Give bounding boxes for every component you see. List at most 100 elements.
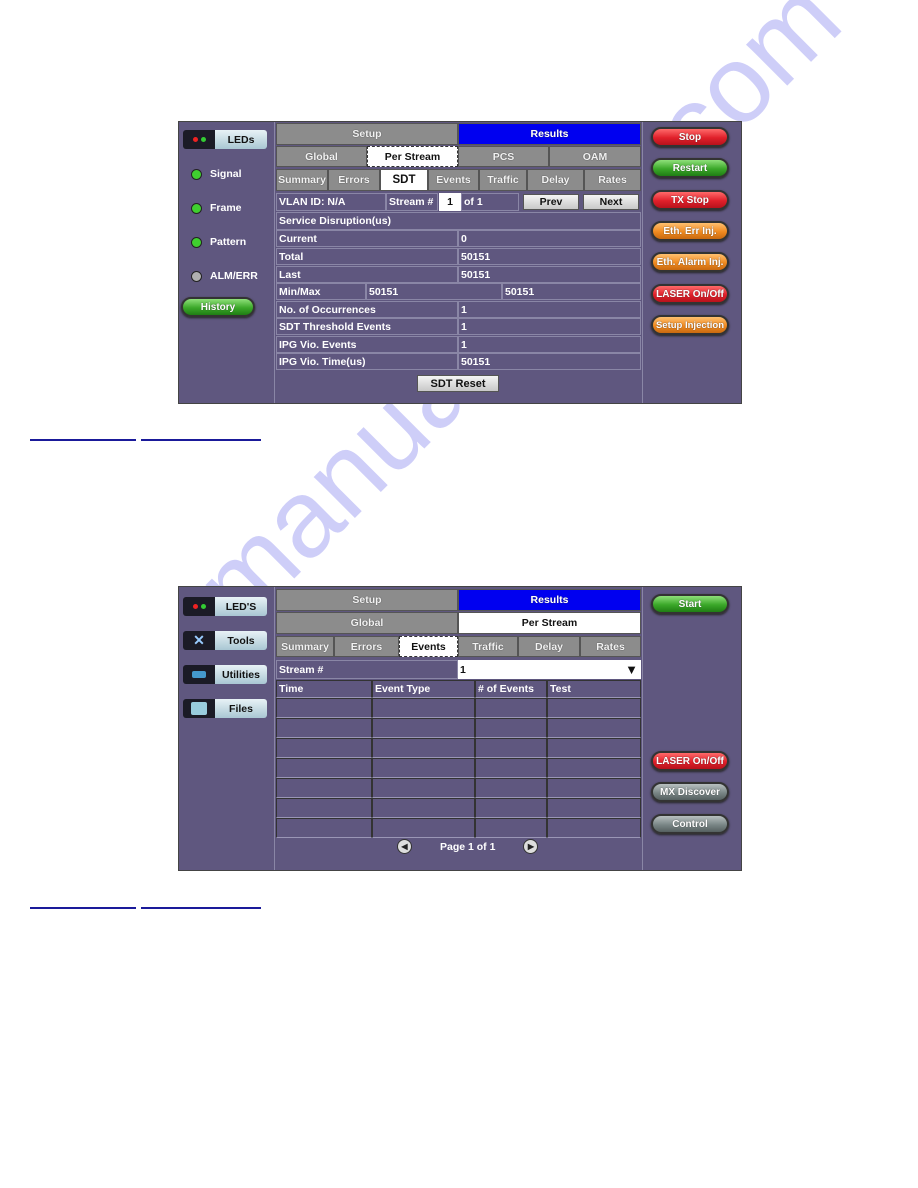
row-value: 0 <box>458 230 641 247</box>
table-cell <box>276 818 372 838</box>
section-service-disruption: Service Disruption(us) <box>276 212 641 230</box>
table-cell <box>547 718 641 738</box>
tab-rates[interactable]: Rates <box>580 636 641 657</box>
prev-button[interactable]: Prev <box>523 194 579 210</box>
page-indicator: Page 1 of 1 <box>440 840 496 853</box>
tab-setup[interactable]: Setup <box>276 123 458 145</box>
link[interactable] <box>141 439 261 441</box>
table-cell <box>547 818 641 838</box>
prev-page-icon[interactable]: ◀ <box>397 839 412 854</box>
table-cell <box>276 758 372 778</box>
setup-injection-button[interactable]: Setup Injection <box>651 315 729 335</box>
column-header: # of Events <box>475 680 547 698</box>
table-cell <box>547 698 641 718</box>
link[interactable] <box>30 907 136 909</box>
minmax-label: Min/Max <box>276 283 366 300</box>
tab-traffic[interactable]: Traffic <box>479 169 527 191</box>
sdt-results-screen: LEDs Signal Frame Pattern ALM/ERR Histor… <box>178 121 742 404</box>
tab-summary[interactable]: Summary <box>276 169 328 191</box>
row-value: 1 <box>458 301 641 318</box>
tab-sdt[interactable]: SDT <box>380 169 428 191</box>
table-cell <box>276 698 372 718</box>
tab-rates[interactable]: Rates <box>584 169 641 191</box>
tools-button[interactable]: ✕ Tools <box>183 631 267 650</box>
tab-summary[interactable]: Summary <box>276 636 334 657</box>
tab-oam[interactable]: OAM <box>549 146 641 167</box>
table-cell <box>475 738 547 758</box>
tab-per-stream[interactable]: Per Stream <box>367 146 458 167</box>
tab-per-stream[interactable]: Per Stream <box>458 612 641 634</box>
tools-icon: ✕ <box>183 631 215 650</box>
led-icon <box>191 168 202 180</box>
table-cell <box>372 758 475 778</box>
mx-discover-button[interactable]: MX Discover <box>651 782 729 802</box>
row-label: No. of Occurrences <box>276 301 458 318</box>
row-label: IPG Vio. Time(us) <box>276 353 458 370</box>
tab-errors[interactable]: Errors <box>334 636 399 657</box>
stream-of: of 1 <box>461 193 519 211</box>
row-value: 1 <box>458 336 641 353</box>
table-cell <box>372 818 475 838</box>
next-button[interactable]: Next <box>583 194 639 210</box>
next-page-icon[interactable]: ▶ <box>523 839 539 854</box>
tab-events[interactable]: Events <box>428 169 479 191</box>
table-cell <box>475 778 547 798</box>
tab-setup[interactable]: Setup <box>276 589 458 611</box>
table-cell <box>276 718 372 738</box>
history-button[interactable]: History <box>181 297 255 317</box>
eth-err-inj-button[interactable]: Eth. Err Inj. <box>651 221 729 241</box>
tab-delay[interactable]: Delay <box>527 169 584 191</box>
folder-icon <box>183 699 215 718</box>
leds-button[interactable]: LEDs <box>183 130 267 149</box>
table-cell <box>372 698 475 718</box>
tab-events[interactable]: Events <box>399 636 458 657</box>
files-button[interactable]: Files <box>183 699 267 718</box>
table-cell <box>475 818 547 838</box>
min-value: 50151 <box>366 283 502 300</box>
tab-results[interactable]: Results <box>458 589 641 611</box>
led-icon <box>191 270 202 282</box>
utilities-icon <box>183 665 215 684</box>
start-button[interactable]: Start <box>651 594 729 614</box>
table-cell <box>372 738 475 758</box>
column-header: Test <box>547 680 641 698</box>
row-label: IPG Vio. Events <box>276 336 458 353</box>
table-cell <box>547 798 641 818</box>
led-signal: Signal <box>191 168 242 180</box>
dropdown-arrow-icon: ▼ <box>625 662 638 677</box>
link[interactable] <box>141 907 261 909</box>
table-cell <box>276 738 372 758</box>
restart-button[interactable]: Restart <box>651 158 729 178</box>
tab-global[interactable]: Global <box>276 146 367 167</box>
control-button[interactable]: Control <box>651 814 729 834</box>
right-panel: Start LASER On/Off MX Discover Control <box>642 587 741 870</box>
table-cell <box>372 798 475 818</box>
tab-global[interactable]: Global <box>276 612 458 634</box>
table-cell <box>276 778 372 798</box>
tx-stop-button[interactable]: TX Stop <box>651 190 729 210</box>
stop-button[interactable]: Stop <box>651 127 729 147</box>
stream-number-input[interactable]: 1 <box>439 193 461 211</box>
sdt-reset-button[interactable]: SDT Reset <box>417 375 499 392</box>
events-results-screen: LED'S ✕ Tools Utilities Files Setup Resu… <box>178 586 742 871</box>
tab-traffic[interactable]: Traffic <box>458 636 518 657</box>
leds-button[interactable]: LED'S <box>183 597 267 616</box>
led-pattern: Pattern <box>191 236 246 248</box>
eth-alarm-inj-button[interactable]: Eth. Alarm Inj. <box>651 252 729 272</box>
column-header: Time <box>276 680 372 698</box>
tab-pcs[interactable]: PCS <box>458 146 549 167</box>
laser-on-off-button[interactable]: LASER On/Off <box>651 284 729 304</box>
tab-delay[interactable]: Delay <box>518 636 580 657</box>
row-label: Last <box>276 266 458 283</box>
utilities-button[interactable]: Utilities <box>183 665 267 684</box>
vlan-id: VLAN ID: N/A <box>276 193 386 211</box>
stream-select[interactable]: 1 ▼ <box>458 660 641 679</box>
led-icon <box>191 202 202 214</box>
link[interactable] <box>30 439 136 441</box>
column-header: Event Type <box>372 680 475 698</box>
tab-errors[interactable]: Errors <box>328 169 380 191</box>
table-cell <box>276 798 372 818</box>
leds-icon <box>183 130 215 149</box>
tab-results[interactable]: Results <box>458 123 641 145</box>
laser-on-off-button[interactable]: LASER On/Off <box>651 751 729 771</box>
